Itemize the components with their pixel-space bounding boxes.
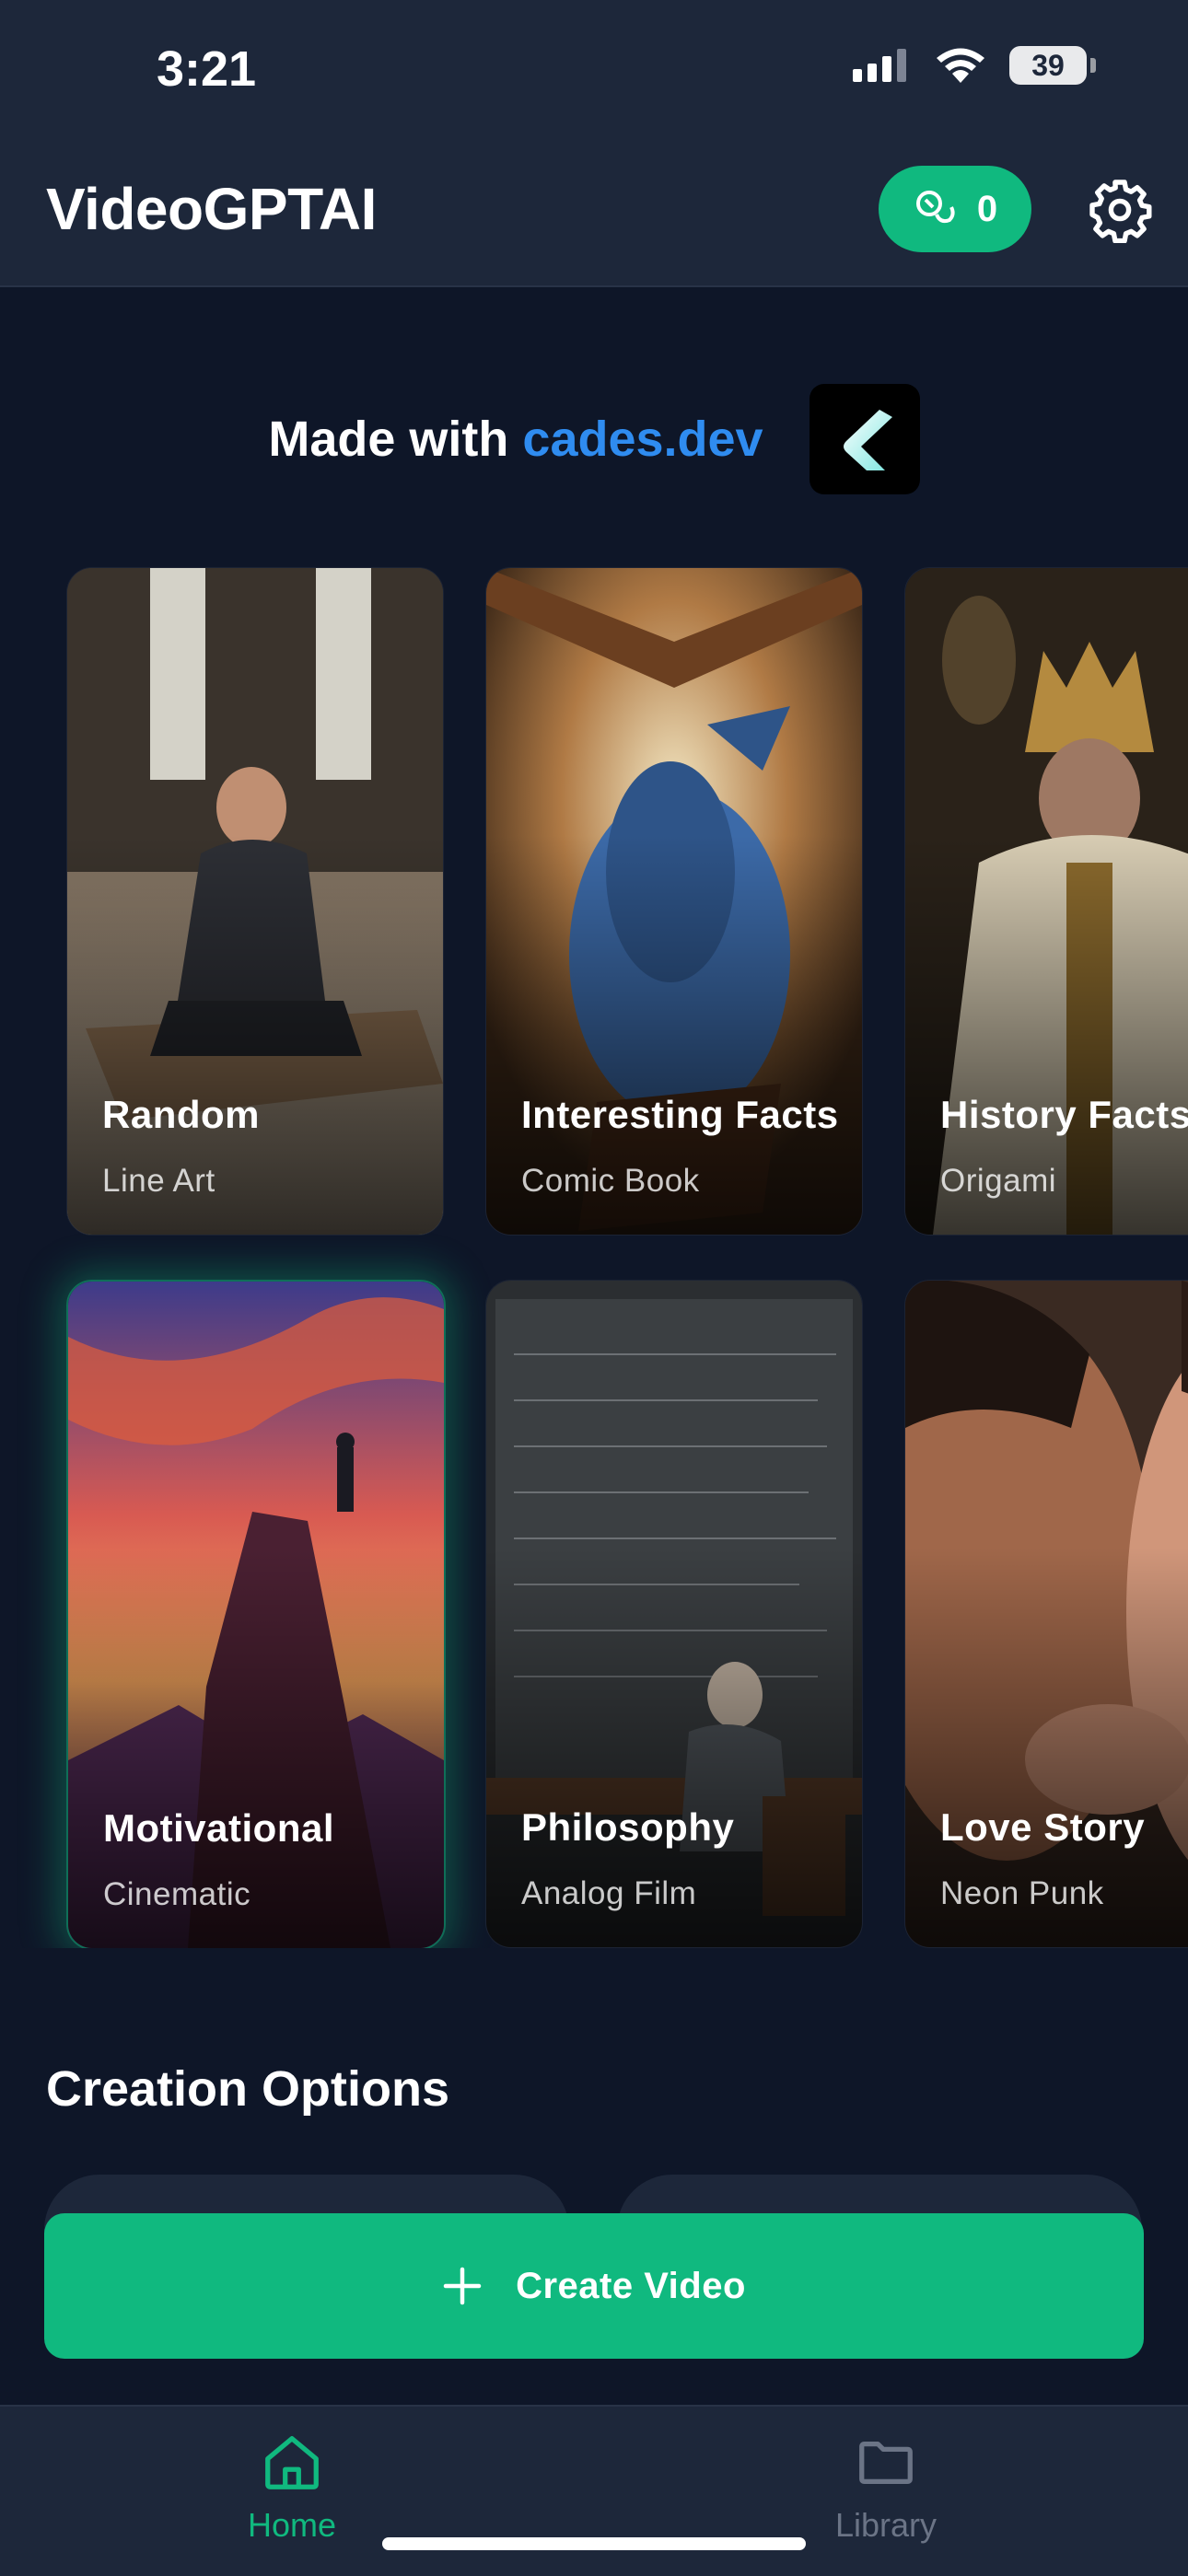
credits-button[interactable]: 0 xyxy=(879,166,1031,252)
settings-button[interactable] xyxy=(1087,177,1153,244)
card-style: Neon Punk xyxy=(940,1875,1104,1911)
nav-library[interactable]: Library xyxy=(775,2431,996,2559)
nav-library-label: Library xyxy=(834,2506,938,2544)
card-style: Cinematic xyxy=(103,1876,251,1912)
app-title: VideoGPTAI xyxy=(46,176,377,242)
card-title: History Facts xyxy=(940,1093,1188,1136)
bottom-nav: Home Library xyxy=(0,2405,1188,2576)
topic-card-history-facts[interactable]: History Facts Origami xyxy=(904,567,1188,1236)
made-with-banner: Made with cades.dev xyxy=(0,382,1188,496)
battery-icon: 39 xyxy=(1009,46,1096,85)
nav-home[interactable]: Home xyxy=(181,2431,402,2559)
home-icon xyxy=(265,2436,319,2489)
card-style: Analog Film xyxy=(521,1875,697,1911)
card-style: Comic Book xyxy=(521,1163,700,1199)
top-bar: 3:21 39 VideoGPTAI 0 xyxy=(0,0,1188,287)
status-time: 3:21 xyxy=(157,41,257,97)
signal-icon xyxy=(853,49,906,82)
card-style: Line Art xyxy=(102,1163,215,1199)
create-video-button[interactable]: Create Video xyxy=(44,2213,1144,2359)
topic-card-random[interactable]: Random Line Art xyxy=(66,567,444,1236)
made-with-label: Made with xyxy=(268,412,509,467)
coins-icon xyxy=(915,191,955,224)
card-title: Interesting Facts xyxy=(521,1093,839,1136)
create-video-label: Create Video xyxy=(516,2265,746,2306)
topic-cards: Random Line Art Interesting Facts Comic … xyxy=(0,567,1188,1948)
home-indicator xyxy=(382,2537,806,2550)
card-style: Origami xyxy=(940,1163,1057,1199)
wifi-icon xyxy=(937,48,984,83)
topic-card-love-story[interactable]: Love Story Neon Punk xyxy=(904,1280,1188,1948)
card-title: Love Story xyxy=(940,1805,1146,1849)
cades-link[interactable]: cades.dev xyxy=(522,412,763,467)
card-title: Motivational xyxy=(103,1806,335,1850)
gear-icon xyxy=(1089,180,1152,244)
topic-card-motivational[interactable]: Motivational Cinematic xyxy=(66,1280,446,1948)
status-icons: 39 xyxy=(853,46,1096,85)
battery-level: 39 xyxy=(1009,46,1087,85)
topic-card-interesting-facts[interactable]: Interesting Facts Comic Book xyxy=(485,567,863,1236)
plus-icon xyxy=(443,2267,482,2305)
topic-card-philosophy[interactable]: Philosophy Analog Film xyxy=(485,1280,863,1948)
creation-options-heading: Creation Options xyxy=(46,2061,450,2117)
card-title: Philosophy xyxy=(521,1805,735,1849)
credits-count: 0 xyxy=(976,188,998,229)
card-title: Random xyxy=(102,1093,260,1136)
nav-home-label: Home xyxy=(247,2506,337,2544)
cades-logo xyxy=(809,384,920,494)
folder-icon xyxy=(859,2441,913,2485)
